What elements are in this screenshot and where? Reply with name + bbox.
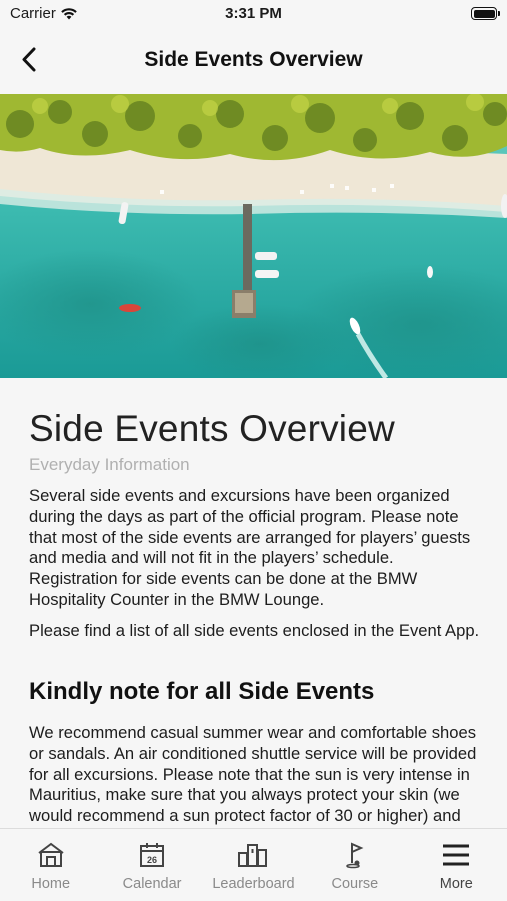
hero-image <box>0 94 507 378</box>
home-icon <box>38 842 64 867</box>
article-content: Side Events Overview Everyday Informatio… <box>0 378 507 828</box>
page-subheading: Everyday Information <box>29 455 190 474</box>
tab-home-label: Home <box>31 876 71 892</box>
tab-bar: Home 26 Calendar Leaderboard Course More <box>0 828 507 900</box>
tab-more[interactable]: More <box>406 829 507 901</box>
tab-home[interactable]: Home <box>0 829 101 901</box>
note-paragraph: We recommend casual summer wear and comf… <box>29 723 477 828</box>
tab-leaderboard-label: Leaderboard <box>212 876 295 892</box>
nav-title: Side Events Overview <box>144 48 363 71</box>
page-heading: Side Events Overview <box>29 408 395 449</box>
tab-course-label: Course <box>331 876 379 892</box>
aerial-beach-photo <box>0 94 507 378</box>
event-app-paragraph: Please find a list of all side events en… <box>29 621 480 640</box>
golf-flag-icon <box>346 842 364 869</box>
status-bar: Carrier 3:31 PM <box>0 0 507 28</box>
section-heading: Kindly note for all Side Events <box>29 678 375 705</box>
tab-calendar-label: Calendar <box>122 876 182 892</box>
tab-calendar[interactable]: 26 Calendar <box>101 829 202 901</box>
tab-more-label: More <box>439 876 473 892</box>
svg-text:26: 26 <box>147 855 157 865</box>
leaderboard-icon <box>238 844 268 867</box>
navigation-bar: Side Events Overview <box>0 28 507 94</box>
menu-icon <box>443 844 470 866</box>
tab-leaderboard[interactable]: Leaderboard <box>203 829 304 901</box>
intro-paragraph: Several side events and excursions have … <box>29 486 471 609</box>
battery-icon <box>471 7 500 20</box>
status-time: 3:31 PM <box>225 5 282 22</box>
calendar-icon: 26 <box>140 843 165 867</box>
tab-course[interactable]: Course <box>304 829 405 901</box>
